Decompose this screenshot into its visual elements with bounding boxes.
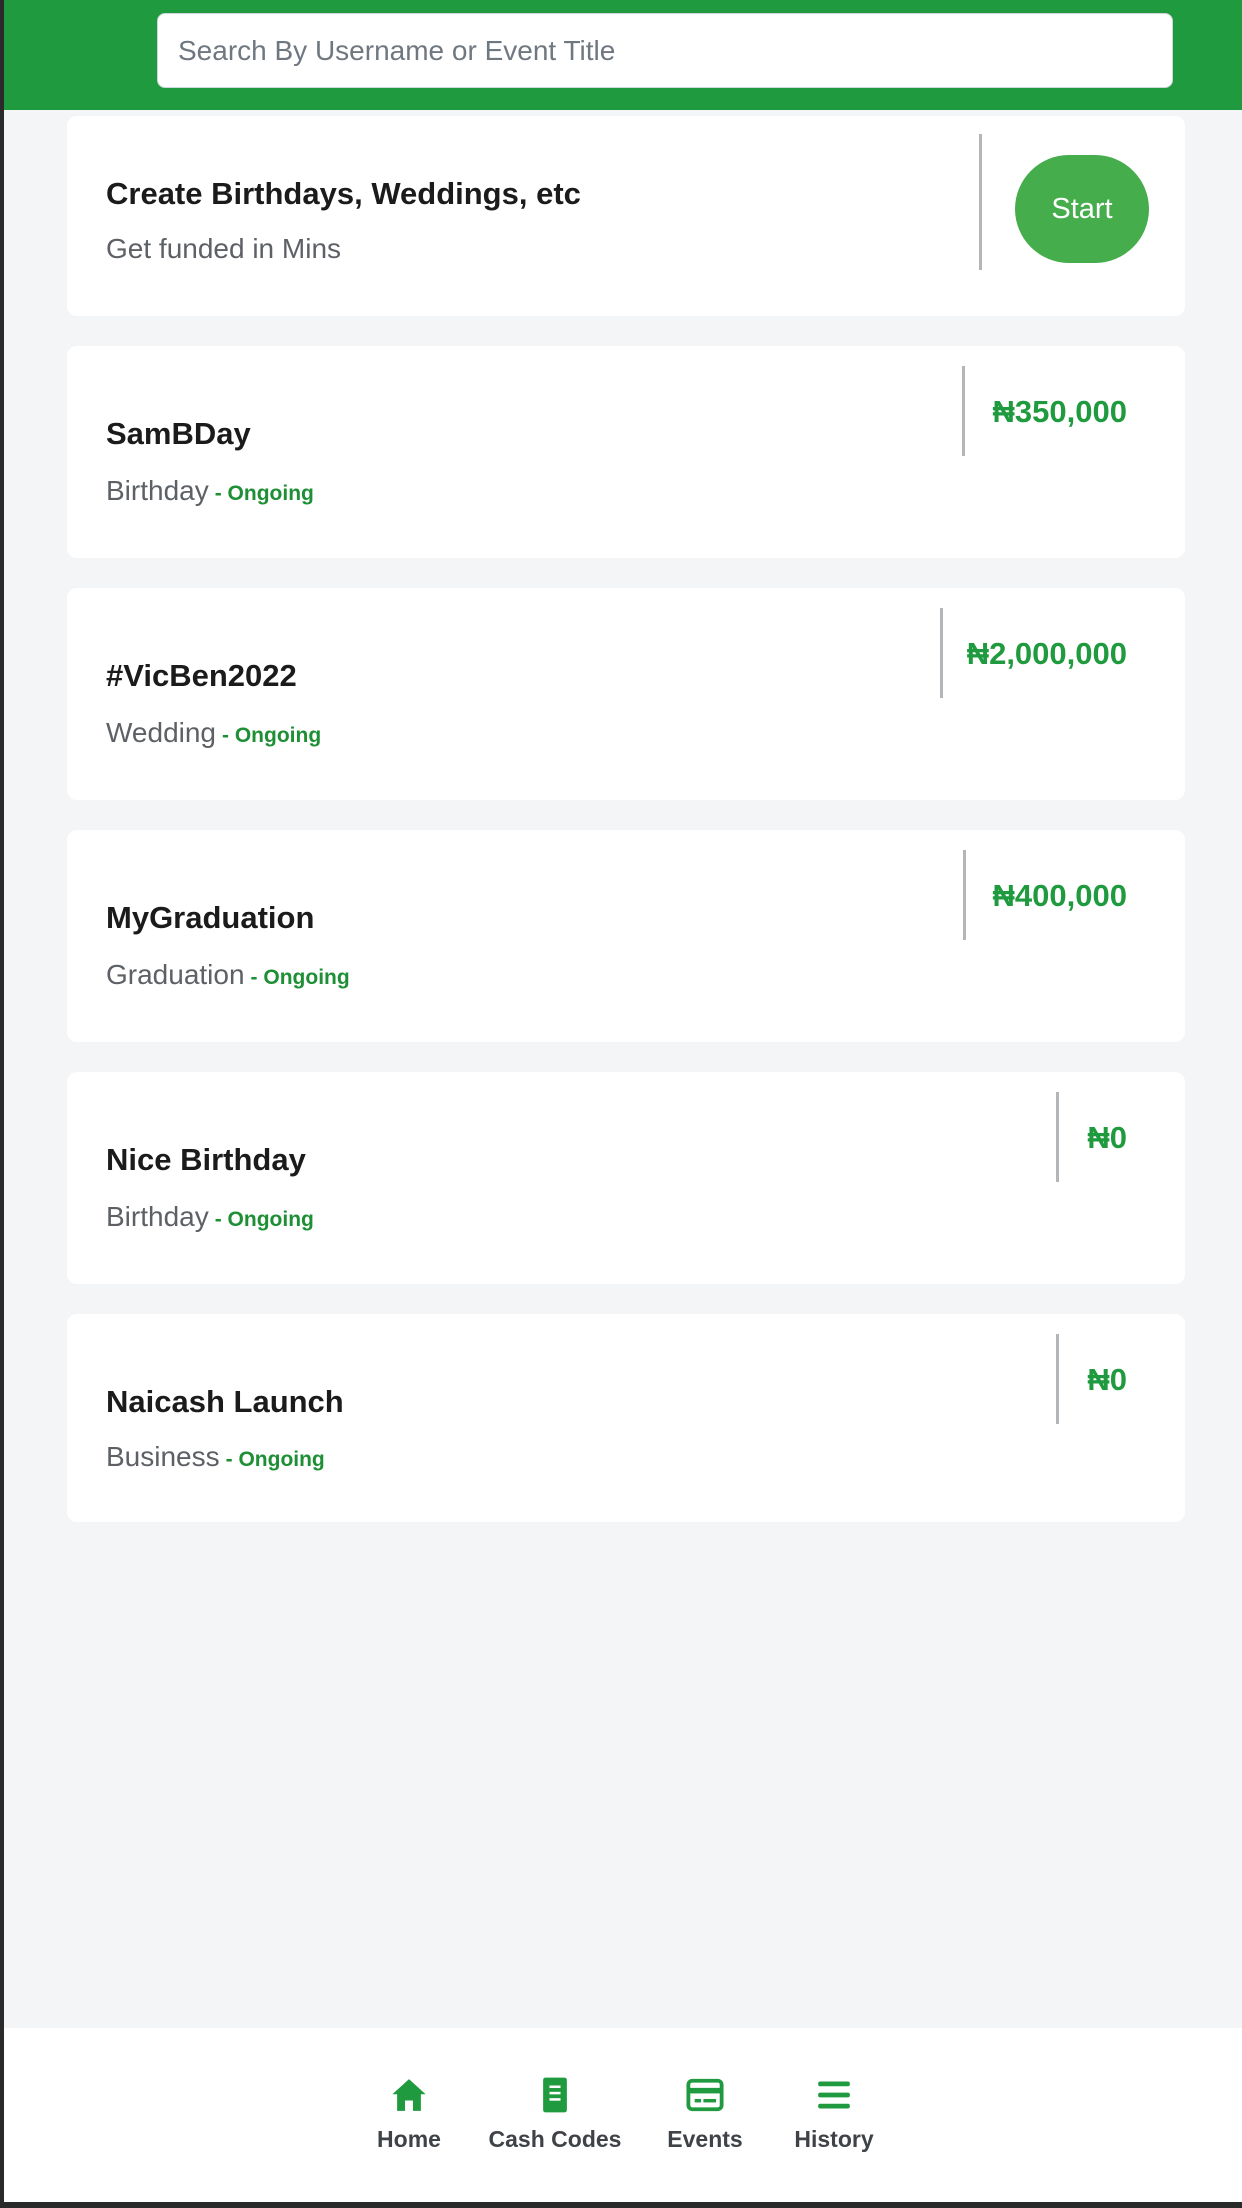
event-status: - Ongoing (225, 1448, 325, 1471)
event-title: MyGraduation (106, 900, 315, 935)
nav-label: History (794, 2126, 874, 2152)
event-amount: ₦2,000,000 (966, 636, 1127, 671)
nav-item-home[interactable]: Home (329, 2076, 489, 2153)
start-button[interactable]: Start (1015, 155, 1149, 263)
bottom-nav: Home Cash Codes Events History (4, 2028, 1242, 2202)
search-input[interactable] (157, 13, 1173, 88)
card-divider (962, 366, 965, 456)
event-subtitle: Wedding - Ongoing (106, 717, 321, 749)
receipt-icon (543, 2077, 567, 2113)
event-type: Birthday (106, 1201, 209, 1232)
app-screen: Create Birthdays, Weddings, etc Get fund… (4, 0, 1242, 2202)
create-event-title: Create Birthdays, Weddings, etc (106, 176, 581, 211)
event-type: Birthday (106, 475, 209, 506)
nav-label: Cash Codes (488, 2126, 622, 2152)
event-type: Wedding (106, 717, 217, 748)
create-event-subtitle: Get funded in Mins (106, 233, 342, 264)
event-type: Business (106, 1441, 220, 1472)
event-title: #VicBen2022 (106, 658, 297, 693)
event-type: Graduation (106, 959, 245, 990)
event-status: - Ongoing (214, 482, 314, 505)
event-amount: ₦0 (1087, 1120, 1127, 1155)
card-divider (979, 134, 982, 270)
event-status: - Ongoing (222, 724, 322, 747)
event-card[interactable]: #VicBen2022 Wedding - Ongoing ₦2,000,000 (67, 588, 1185, 800)
event-card[interactable]: MyGraduation Graduation - Ongoing ₦400,00… (67, 830, 1185, 1042)
event-subtitle: Business - Ongoing (106, 1441, 325, 1473)
event-subtitle: Graduation - Ongoing (106, 959, 350, 991)
card-divider (1056, 1334, 1059, 1424)
event-card[interactable]: Naicash Launch Business - Ongoing ₦0 (67, 1314, 1185, 1522)
event-subtitle: Birthday - Ongoing (106, 1201, 314, 1233)
event-card[interactable]: Nice Birthday Birthday - Ongoing ₦0 (67, 1072, 1185, 1284)
nav-item-history[interactable]: History (754, 2076, 914, 2153)
card-icon (686, 2078, 724, 2112)
event-title: Naicash Launch (106, 1384, 344, 1419)
event-subtitle: Birthday - Ongoing (106, 475, 314, 507)
event-amount: ₦0 (1087, 1362, 1127, 1397)
nav-label: Home (377, 2126, 441, 2152)
list-icon (818, 2081, 850, 2109)
card-divider (1056, 1092, 1059, 1182)
card-divider (963, 850, 966, 940)
event-amount: ₦350,000 (992, 394, 1127, 429)
event-title: Nice Birthday (106, 1142, 306, 1177)
event-amount: ₦400,000 (992, 878, 1127, 913)
top-bar (4, 0, 1242, 110)
card-divider (940, 608, 943, 698)
home-icon (392, 2079, 426, 2111)
event-title: SamBDay (106, 416, 251, 451)
event-card[interactable]: SamBDay Birthday - Ongoing ₦350,000 (67, 346, 1185, 558)
event-status: - Ongoing (214, 1208, 314, 1231)
event-status: - Ongoing (250, 966, 350, 989)
create-event-card: Create Birthdays, Weddings, etc Get fund… (67, 116, 1185, 316)
nav-item-cash-codes[interactable]: Cash Codes (475, 2076, 635, 2153)
